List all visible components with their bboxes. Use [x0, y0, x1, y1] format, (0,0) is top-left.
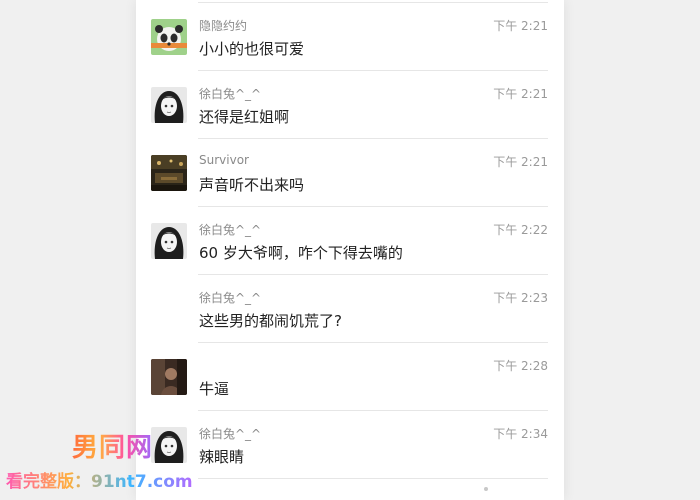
message-text: 这些男的都闹饥荒了?	[199, 312, 342, 330]
message-item[interactable]: 徐白兔^_^ 下午 2:22 60 岁大爷啊，咋个下得去嘴的	[136, 207, 564, 275]
message-item[interactable]: 徐白兔^_^ 下午 2:21 还得是红姐啊	[136, 71, 564, 139]
message-time: 下午 2:21	[493, 87, 548, 101]
message-time: 下午 2:23	[493, 291, 548, 305]
watermark-logo: 男同网	[72, 427, 153, 464]
message-sender: 徐白兔^_^	[199, 291, 262, 305]
scroll-indicator	[484, 487, 488, 491]
message-text: 牛逼	[199, 380, 230, 398]
message-sender: 隐隐约约	[199, 19, 248, 33]
message-time: 下午 2:21	[493, 19, 548, 33]
message-sender: 徐白兔^_^	[199, 223, 262, 237]
message-sender: 徐白兔^_^	[199, 87, 262, 101]
avatar-manga-girl-icon[interactable]	[151, 87, 187, 123]
avatar-panda-icon[interactable]	[151, 19, 187, 55]
avatar-manga-girl-icon[interactable]	[151, 223, 187, 259]
message-time: 下午 2:21	[493, 155, 548, 169]
message-item[interactable]: 下午 2:28 牛逼	[136, 343, 564, 411]
avatar-dark-scene-icon[interactable]	[151, 155, 187, 191]
watermark: 男同网 看完整版：91nt7.com	[0, 425, 240, 495]
message-text: 60 岁大爷啊，咋个下得去嘴的	[199, 244, 403, 262]
message-item[interactable]: 隐隐约约 下午 2:21 小小的也很可爱	[136, 3, 564, 71]
message-text: 小小的也很可爱	[199, 40, 305, 58]
message-item[interactable]: Survivor 下午 2:21 声音听不出来吗	[136, 139, 564, 207]
watermark-site: 看完整版：91nt7.com	[6, 467, 193, 492]
message-time: 下午 2:22	[493, 223, 548, 237]
message-time: 下午 2:28	[493, 359, 548, 373]
message-time: 下午 2:34	[493, 427, 548, 441]
message-text: 还得是红姐啊	[199, 108, 290, 126]
message-item[interactable]: 徐白兔^_^ 下午 2:23 这些男的都闹饥荒了?	[136, 275, 564, 343]
avatar-person-photo-icon[interactable]	[151, 359, 187, 395]
message-sender: Survivor	[199, 153, 249, 167]
message-text: 声音听不出来吗	[199, 176, 305, 194]
message-divider	[198, 478, 548, 479]
